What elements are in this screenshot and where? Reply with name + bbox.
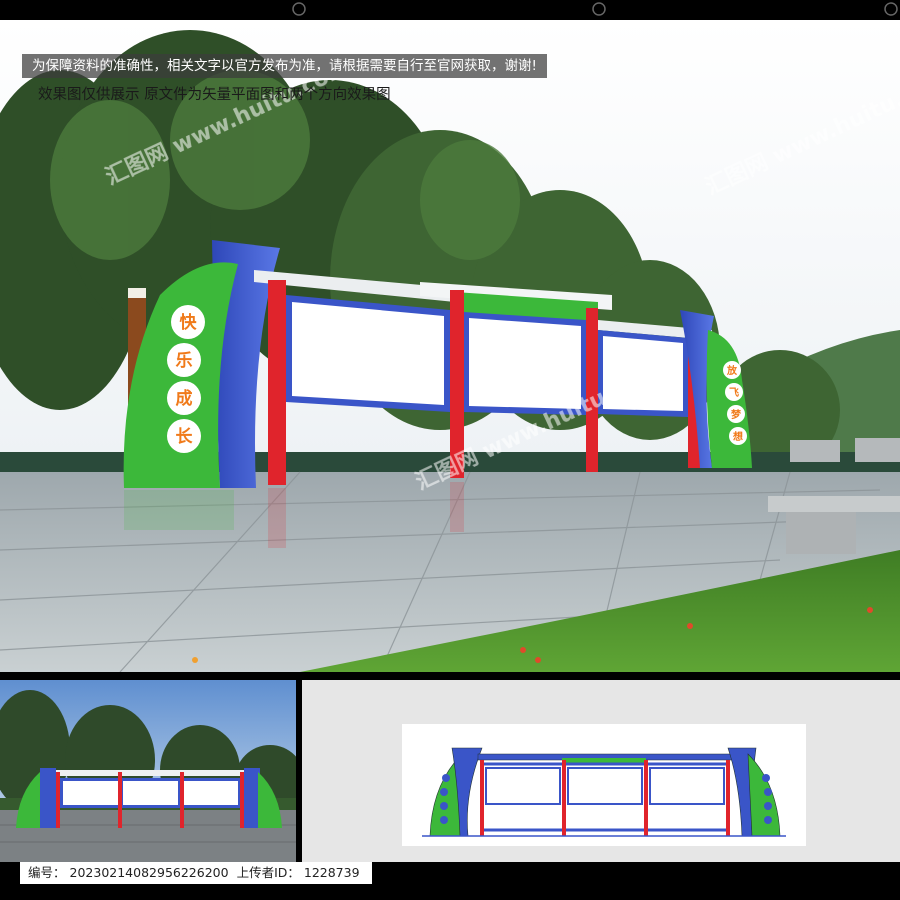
- main-render: 快 乐 成 长 放 飞 梦 想 汇图网 www.huitu.com 汇图网 ww…: [0, 20, 900, 672]
- sign-right-char: 放: [726, 364, 738, 377]
- sign-left-char: 成: [176, 388, 193, 409]
- uploader-value: 1228739: [303, 865, 360, 880]
- sign-right-char: 梦: [731, 408, 742, 421]
- sign-right-char: 想: [732, 430, 743, 443]
- plan-sheet: [402, 724, 806, 846]
- id-label: 编号：: [28, 865, 66, 880]
- thumbnail-elevation-plan: [302, 680, 900, 862]
- thumbnail-side-view: [0, 680, 296, 862]
- sign-left-char: 快: [180, 312, 198, 333]
- id-value: 20230214082956226200: [69, 865, 229, 880]
- sign-left-char: 长: [176, 426, 194, 447]
- sub-notice: 效果图仅供展示 原文件为矢量平面图和两个方向效果图: [38, 87, 391, 103]
- watermark-logo-icon: [292, 2, 306, 16]
- sign-left-char: 乐: [176, 351, 193, 371]
- notice-banner: 为保障资料的准确性，相关文字以官方发布为准，请根据需要自行至官网获取，谢谢!: [22, 54, 547, 78]
- sign-right-char: 飞: [729, 387, 739, 399]
- image-frame: 快 乐 成 长 放 飞 梦 想 汇图网 www.huitu.com 汇图网 ww…: [0, 0, 900, 900]
- watermark-logo-icon: [592, 2, 606, 16]
- watermark-logo-icon: [884, 2, 898, 16]
- uploader-label: 上传者ID：: [236, 865, 300, 880]
- image-info-footer: 编号： 20230214082956226200 上传者ID： 1228739: [20, 862, 372, 884]
